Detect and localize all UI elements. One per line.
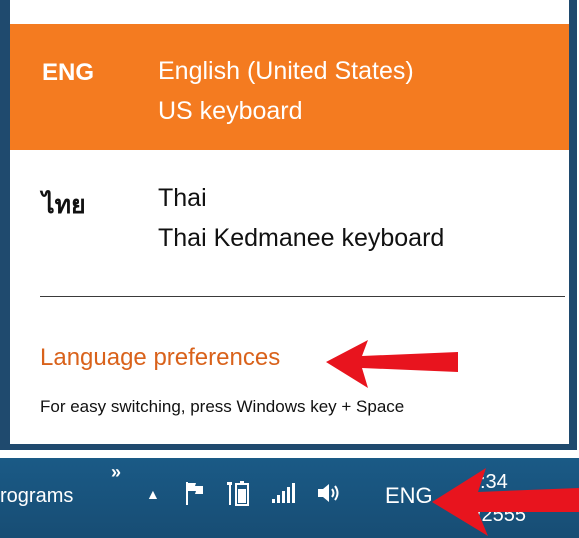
divider [40, 296, 565, 297]
language-item-english[interactable]: ENG English (United States) US keyboard [10, 24, 569, 150]
network-icon[interactable] [270, 480, 296, 511]
show-hidden-icons-button[interactable]: ▲ [146, 486, 160, 502]
language-flyout: ENG English (United States) US keyboard … [0, 0, 577, 450]
language-code: ENG [42, 59, 95, 86]
language-preferences-link[interactable]: Language preferences [40, 344, 280, 372]
taskbar-programs-toolbar[interactable]: rograms [0, 485, 73, 508]
input-language-indicator[interactable]: ENG [385, 483, 433, 509]
language-name: English (United States) [158, 57, 414, 85]
annotation-arrow-icon [432, 468, 579, 536]
switching-hint: For easy switching, press Windows key + … [40, 397, 405, 416]
keyboard-layout: US keyboard [158, 97, 303, 125]
language-name: Thai [158, 184, 207, 212]
volume-icon[interactable] [315, 480, 343, 511]
annotation-arrow-icon [326, 340, 458, 388]
keyboard-layout: Thai Kedmanee keyboard [158, 224, 445, 252]
language-item-thai[interactable]: ไทย Thai Thai Kedmanee keyboard [10, 165, 569, 275]
language-code: ไทย [42, 191, 86, 219]
power-icon[interactable] [226, 480, 252, 513]
toolbar-chevron-icon[interactable]: » [111, 462, 121, 483]
flag-icon[interactable] [184, 480, 206, 511]
